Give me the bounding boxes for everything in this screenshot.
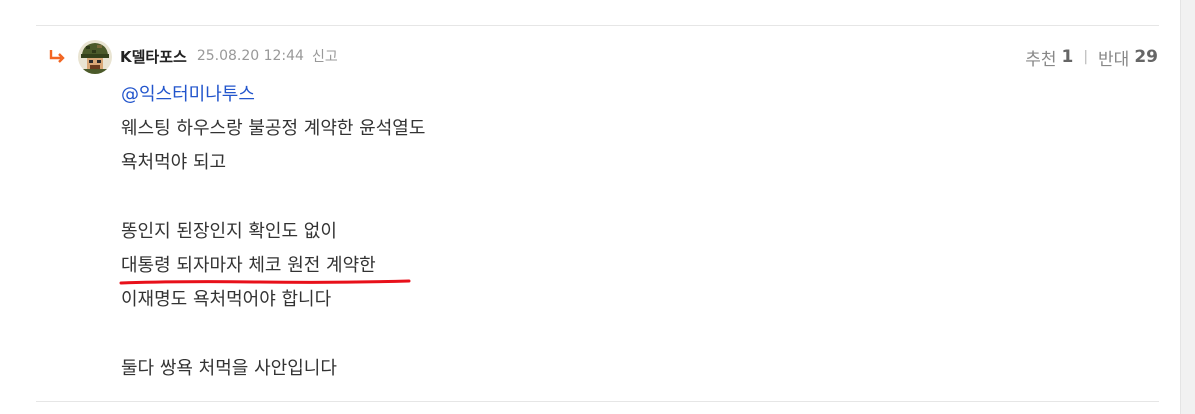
comment-line: 똥인지 된장인지 확인도 없이	[121, 220, 337, 242]
comment-divider-top	[36, 25, 1159, 26]
downvote-count: 29	[1134, 47, 1158, 67]
upvote-count: 1	[1061, 47, 1074, 67]
scrollbar[interactable]	[1180, 0, 1195, 414]
downvote-label[interactable]: 반대	[1098, 45, 1129, 70]
comment-meta: K델타포스 25.08.20 12:44 신고	[120, 44, 338, 68]
vote-counts: 추천 1 | 반대 29	[1025, 44, 1158, 70]
avatar[interactable]	[78, 40, 112, 74]
comment-line	[121, 317, 425, 351]
nickname[interactable]: K델타포스	[120, 46, 187, 67]
comment-line: 웨스팅 하우스랑 불공정 계약한 윤석열도	[121, 118, 426, 140]
comment-line: 욕처먹야 되고	[121, 152, 227, 174]
comment-line	[121, 181, 425, 215]
reply-arrow-icon	[49, 50, 65, 63]
red-underline-annotation	[119, 279, 411, 285]
comment-date: 25.08.20 12:44	[196, 48, 304, 64]
report-link[interactable]: 신고	[312, 46, 338, 66]
comment-line: 둘다 쌍욕 처먹을 사안입니다	[121, 357, 337, 379]
vote-separator: |	[1083, 49, 1089, 65]
upvote-label[interactable]: 추천	[1025, 45, 1056, 70]
comment-divider-bottom	[36, 401, 1159, 402]
comment-body: @익스터미나투스 웨스팅 하우스랑 불공정 계약한 윤석열도 욕처먹야 되고 똥…	[119, 78, 426, 386]
previous-comment-fragment	[120, 0, 125, 7]
highlighted-line: 대통령 되자마자 체코 원전 계약한	[119, 249, 411, 285]
mention-link[interactable]: @익스터미나투스	[121, 84, 255, 105]
comment-line: 대통령 되자마자 체코 원전 계약한	[121, 254, 376, 276]
soldier-avatar-icon	[78, 40, 112, 74]
